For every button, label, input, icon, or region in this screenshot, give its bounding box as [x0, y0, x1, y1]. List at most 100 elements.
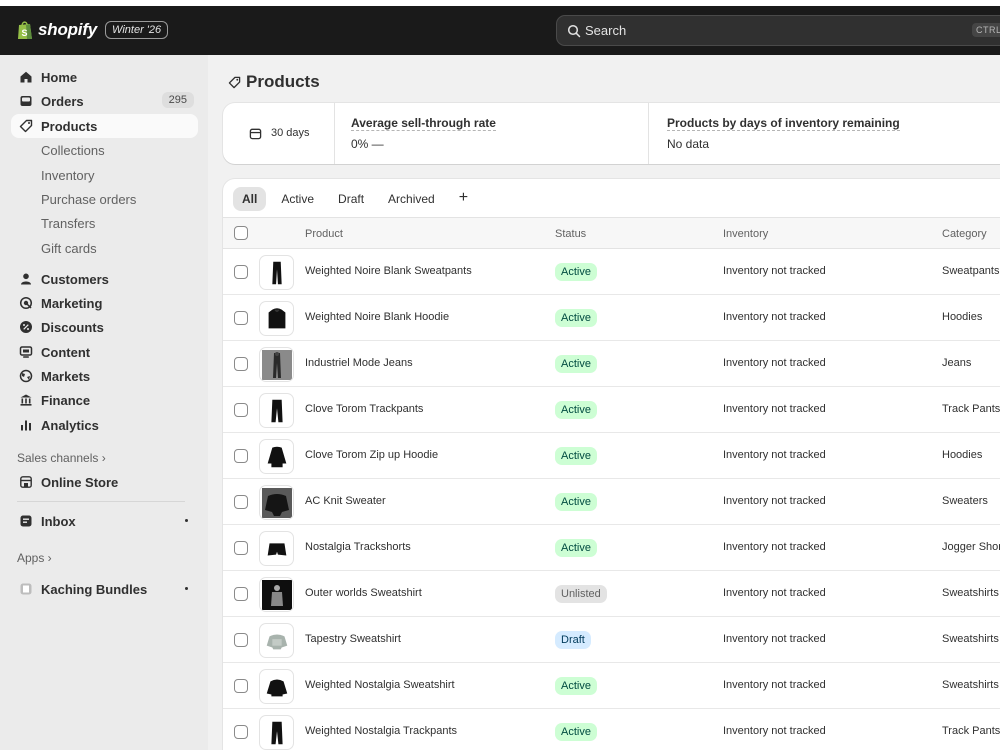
sidebar-item-content[interactable]: Content	[11, 340, 198, 364]
inventory-value: Inventory not tracked	[723, 495, 826, 507]
product-name[interactable]: Weighted Noire Blank Hoodie	[305, 311, 449, 323]
product-thumbnail[interactable]	[259, 715, 294, 750]
target-icon	[19, 296, 33, 310]
sidebar-item-purchase-orders[interactable]: Purchase orders	[11, 187, 198, 211]
select-all-checkbox[interactable]	[234, 226, 248, 240]
product-thumbnail[interactable]	[259, 531, 294, 566]
bank-icon	[20, 394, 32, 406]
sidebar-item-inventory[interactable]: Inventory	[11, 163, 198, 187]
tab-archived[interactable]: Archived	[379, 187, 444, 211]
row-checkbox[interactable]	[234, 725, 248, 739]
status-badge: Active	[555, 493, 597, 511]
product-thumbnail[interactable]	[259, 301, 294, 336]
products-table-card: All Active Draft Archived + Product Stat…	[223, 179, 1000, 750]
product-name[interactable]: Weighted Nostalgia Trackpants	[305, 725, 457, 737]
sidebar-item-inbox[interactable]: Inbox	[11, 509, 198, 533]
product-name[interactable]: Nostalgia Trackshorts	[305, 541, 411, 553]
table-row[interactable]: Weighted Noire Blank Sweatpants Active Inv…	[223, 249, 1000, 295]
more-dot-icon[interactable]	[185, 519, 188, 522]
column-header-status[interactable]: Status	[555, 228, 586, 240]
product-name[interactable]: Tapestry Sweatshirt	[305, 633, 401, 645]
apps-heading[interactable]: Apps ›	[17, 551, 52, 565]
product-image-icon	[268, 307, 285, 328]
search-input[interactable]: Search CTRL	[556, 15, 1000, 46]
sidebar-item-markets[interactable]: Markets	[11, 364, 198, 388]
table-row[interactable]: Clove Torom Trackpants Active Inventory no…	[223, 387, 1000, 433]
sidebar-item-label: Inbox	[41, 514, 76, 529]
more-dot-icon[interactable]	[185, 587, 188, 590]
product-thumbnail[interactable]	[259, 393, 294, 428]
sidebar-item-transfers[interactable]: Transfers	[11, 211, 198, 235]
tab-draft[interactable]: Draft	[329, 187, 373, 211]
product-name[interactable]: Outer worlds Sweatshirt	[305, 587, 422, 599]
table-row[interactable]: AC Knit Sweater Active Inventory not track…	[223, 479, 1000, 525]
category-value: Sweatshirts	[942, 679, 999, 691]
sell-through-metric[interactable]: Average sell-through rate 0% —	[351, 103, 641, 164]
column-header-category[interactable]: Category	[942, 228, 987, 240]
product-thumbnail[interactable]	[259, 623, 294, 658]
inventory-value: Inventory not tracked	[723, 679, 826, 691]
status-badge: Active	[555, 447, 597, 465]
row-checkbox[interactable]	[234, 265, 248, 279]
product-image-icon	[270, 721, 283, 744]
row-checkbox[interactable]	[234, 357, 248, 371]
product-name[interactable]: Industriel Mode Jeans	[305, 357, 413, 369]
product-thumbnail[interactable]	[259, 439, 294, 474]
table-row[interactable]: Outer worlds Sweatshirt Unlisted Inventory…	[223, 571, 1000, 617]
product-name[interactable]: Weighted Noire Blank Sweatpants	[305, 265, 472, 277]
days-inventory-metric[interactable]: Products by days of inventory remaining …	[667, 103, 1000, 164]
add-view-button[interactable]: +	[450, 187, 477, 211]
column-header-product[interactable]: Product	[305, 228, 343, 240]
tab-all[interactable]: All	[233, 187, 267, 211]
tab-active[interactable]: Active	[272, 187, 323, 211]
sidebar-item-label: Discounts	[41, 320, 104, 335]
sidebar-item-products[interactable]: Products	[11, 114, 198, 138]
table-row[interactable]: Clove Torom Zip up Hoodie Active Inventory…	[223, 433, 1000, 479]
category-value: Track Pants	[942, 403, 1000, 415]
sales-channels-heading[interactable]: Sales channels ›	[17, 451, 106, 465]
date-range-button[interactable]: 30 days	[223, 103, 335, 164]
table-row[interactable]: Nostalgia Trackshorts Active Inventory not…	[223, 525, 1000, 571]
sidebar-item-home[interactable]: Home	[11, 65, 198, 89]
sidebar-item-customers[interactable]: Customers	[11, 267, 198, 291]
product-thumbnail[interactable]	[259, 669, 294, 704]
row-checkbox[interactable]	[234, 403, 248, 417]
sidebar-item-online-store[interactable]: Online Store	[11, 470, 198, 494]
table-row[interactable]: Weighted Noire Blank Hoodie Active Invento…	[223, 295, 1000, 341]
table-row[interactable]: Tapestry Sweatshirt Draft Inventory not tr…	[223, 617, 1000, 663]
product-image-icon	[266, 679, 287, 696]
search-placeholder: Search	[585, 23, 627, 38]
row-checkbox[interactable]	[234, 449, 248, 463]
sidebar-item-discounts[interactable]: Discounts	[11, 315, 198, 339]
sidebar-item-collections[interactable]: Collections	[11, 138, 198, 162]
shopify-logo[interactable]: S shopify Winter '26	[17, 20, 169, 40]
product-thumbnail[interactable]	[259, 577, 294, 612]
app-icon	[20, 583, 32, 595]
table-row[interactable]: Industriel Mode Jeans Active Inventory not…	[223, 341, 1000, 387]
row-checkbox[interactable]	[234, 311, 248, 325]
row-checkbox[interactable]	[234, 587, 248, 601]
sidebar-item-analytics[interactable]: Analytics	[11, 413, 198, 437]
row-checkbox[interactable]	[234, 679, 248, 693]
row-checkbox[interactable]	[234, 495, 248, 509]
product-name[interactable]: Weighted Nostalgia Sweatshirt	[305, 679, 455, 691]
table-row[interactable]: Weighted Nostalgia Sweatshirt Active Inven…	[223, 663, 1000, 709]
table-row[interactable]: Weighted Nostalgia Trackpants Active Inven…	[223, 709, 1000, 750]
sidebar-item-finance[interactable]: Finance	[11, 388, 198, 412]
sidebar-item-kaching-bundles[interactable]: Kaching Bundles	[11, 577, 198, 601]
column-header-inventory[interactable]: Inventory	[723, 228, 768, 240]
product-thumbnail[interactable]	[259, 485, 294, 520]
row-checkbox[interactable]	[234, 633, 248, 647]
sidebar-item-orders[interactable]: Orders 295	[11, 89, 198, 113]
product-name[interactable]: Clove Torom Zip up Hoodie	[305, 449, 438, 461]
product-image-icon	[271, 261, 282, 284]
product-name[interactable]: Clove Torom Trackpants	[305, 403, 423, 415]
sidebar-item-gift-cards[interactable]: Gift cards	[11, 236, 198, 260]
product-thumbnail[interactable]	[259, 255, 294, 290]
sidebar-item-marketing[interactable]: Marketing	[11, 291, 198, 315]
row-checkbox[interactable]	[234, 541, 248, 555]
product-thumbnail[interactable]	[259, 347, 294, 382]
product-name[interactable]: AC Knit Sweater	[305, 495, 386, 507]
status-badge: Active	[555, 539, 597, 557]
inbox-tray-icon	[20, 96, 32, 106]
